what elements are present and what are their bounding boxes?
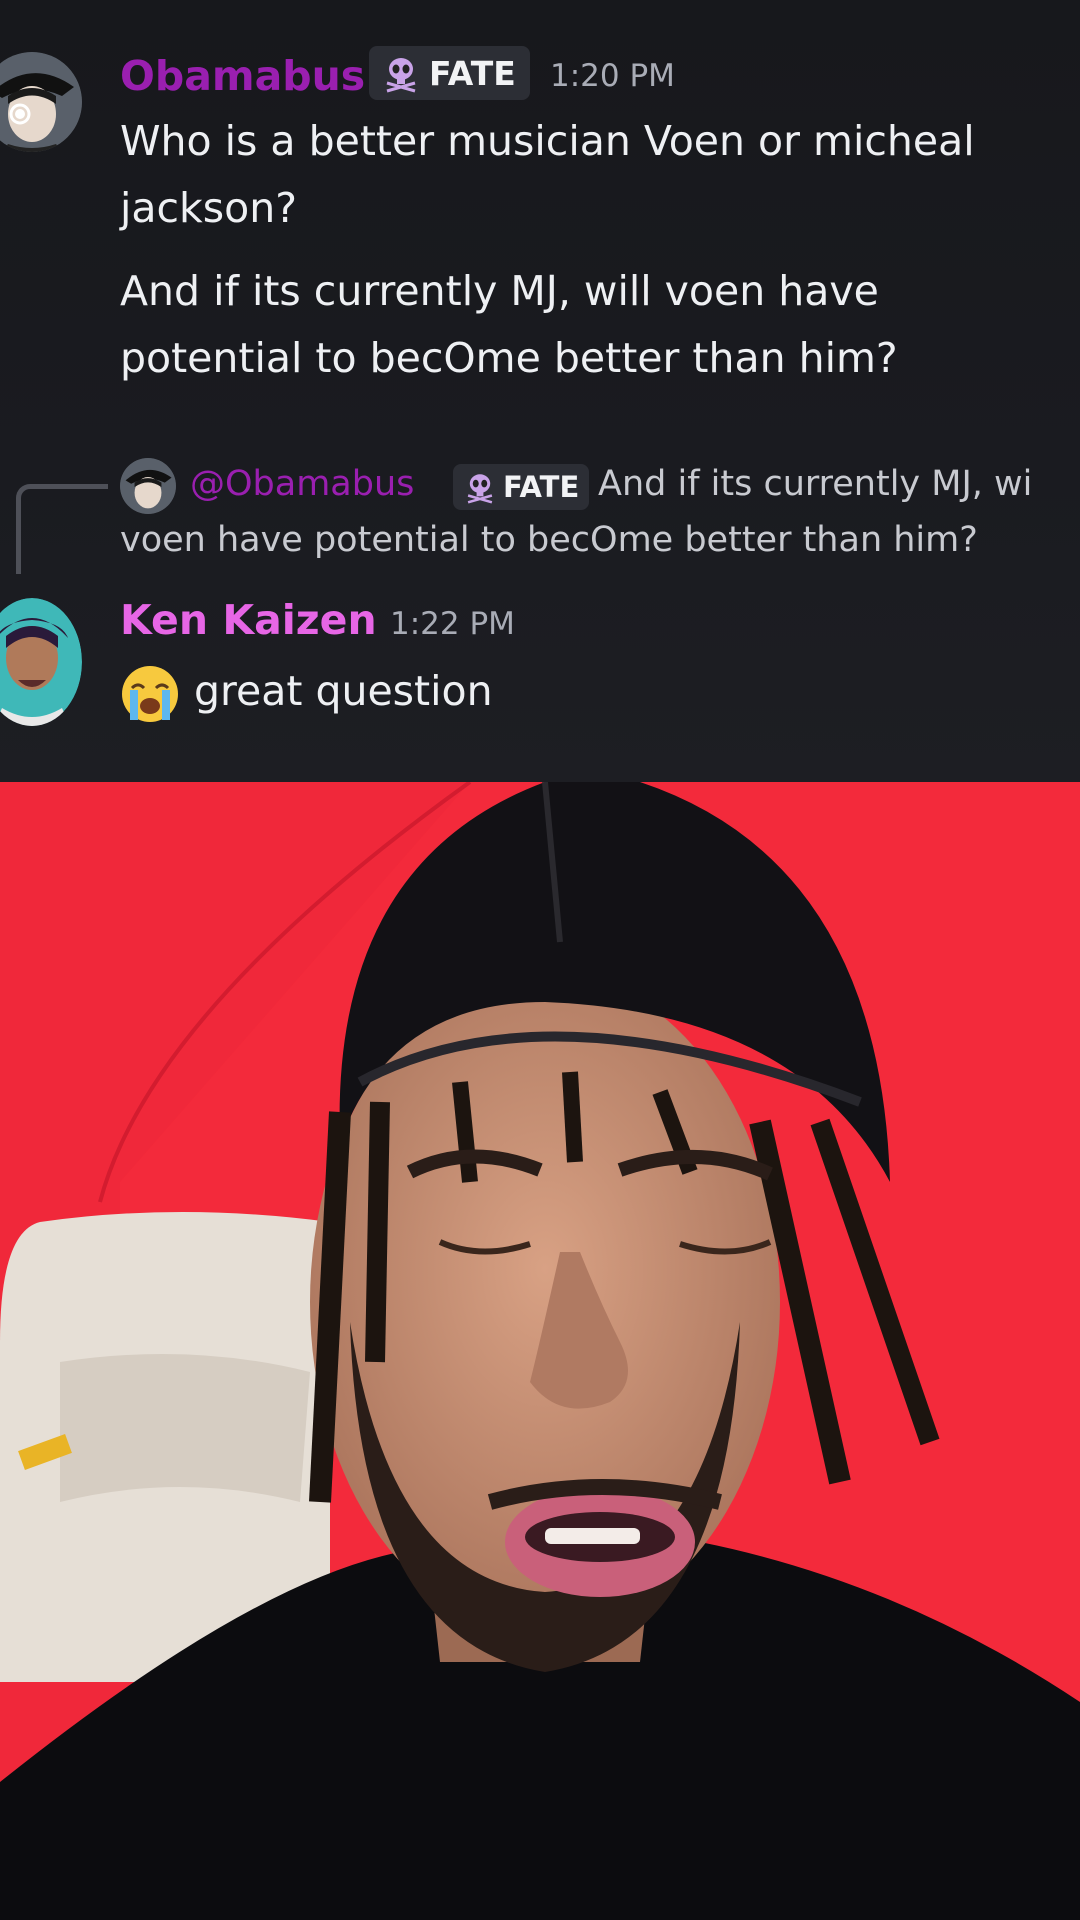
- reply-role-name: FATE: [503, 470, 580, 504]
- reply-fate-role-tag: FATE: [453, 464, 590, 510]
- obamabus-username[interactable]: Obamabus: [120, 52, 365, 100]
- role-name: FATE: [429, 53, 516, 93]
- message-text: great question: [194, 667, 493, 715]
- reply-preview-line[interactable]: And if its currently MJ, wi: [598, 464, 1032, 504]
- ken-kaizen-avatar[interactable]: [0, 598, 82, 726]
- reply-avatar: [120, 458, 176, 514]
- message-line: jackson?: [120, 184, 297, 232]
- reply-preview-line[interactable]: voen have potential to becOme better tha…: [120, 520, 978, 560]
- message-line: potential to becOme better than him?: [120, 334, 898, 382]
- ken-kaizen-username[interactable]: Ken Kaizen: [120, 596, 377, 644]
- alien-skull-icon: [381, 53, 421, 93]
- message-line: Who is a better musician Voen or micheal: [120, 117, 975, 165]
- alien-skull-icon: [463, 470, 497, 504]
- reply-connector: [16, 484, 108, 574]
- webcam-video: [0, 782, 1080, 1920]
- reply-mention[interactable]: @Obamabus: [190, 464, 414, 504]
- message-timestamp: 1:22 PM: [390, 606, 515, 642]
- loudly-crying-face-icon: [120, 664, 180, 724]
- chat-panel: Obamabus FATE 1:20 PM Who is a better mu…: [0, 0, 1080, 782]
- message-timestamp: 1:20 PM: [550, 58, 675, 94]
- message-line: And if its currently MJ, will voen have: [120, 267, 879, 315]
- fate-role-tag[interactable]: FATE: [369, 46, 530, 100]
- obamabus-avatar[interactable]: [0, 52, 82, 152]
